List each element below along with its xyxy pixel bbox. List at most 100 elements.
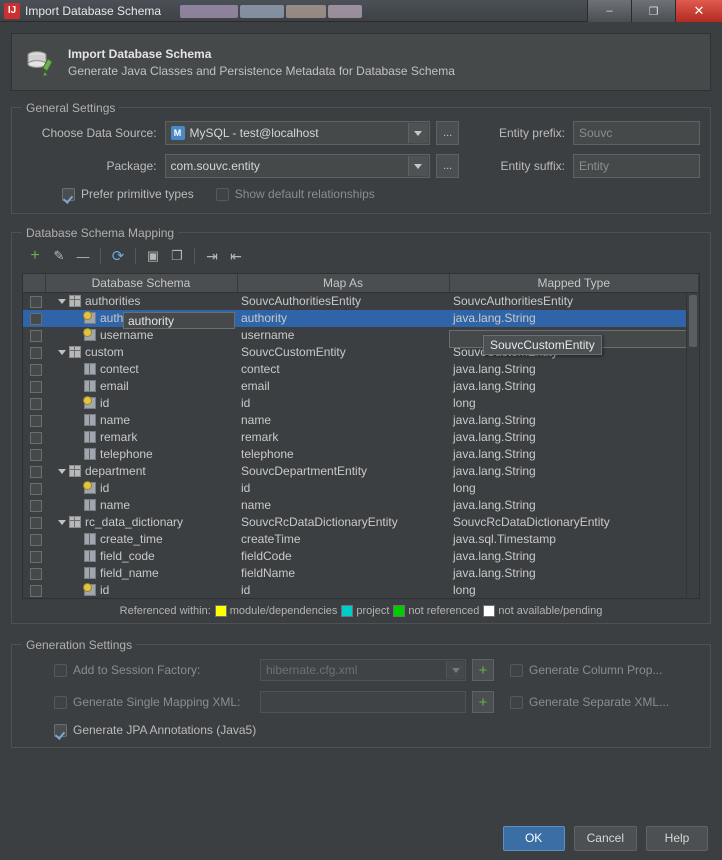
generate-single-mapping-box[interactable] [54,696,67,709]
generate-jpa-annotations-checkbox[interactable]: Generate JPA Annotations (Java5) [54,723,256,737]
generate-separate-xml-box[interactable] [510,696,523,709]
row-name-cell[interactable]: create_time [45,531,237,548]
data-source-dropdown-arrow[interactable] [408,123,428,143]
table-vertical-scrollbar[interactable] [686,293,699,598]
table-row[interactable]: field_namefieldNamejava.lang.String [23,565,699,582]
row-map-as-cell[interactable]: id [237,395,449,412]
row-map-as-cell[interactable]: username [237,327,449,344]
table-scroll-thumb[interactable] [689,295,697,347]
maximize-button[interactable]: ❐ [631,0,675,22]
row-map-as-cell[interactable]: createTime [237,531,449,548]
row-checkbox-box[interactable] [30,466,42,478]
row-checkbox[interactable] [23,548,45,565]
table-row[interactable]: ididlong [23,395,699,412]
row-map-as-cell[interactable]: telephone [237,446,449,463]
row-checkbox[interactable] [23,565,45,582]
schema-mapping-table[interactable]: Database Schema Map As Mapped Type autho… [22,273,700,599]
table-row[interactable]: contectcontectjava.lang.String [23,361,699,378]
table-row[interactable]: field_codefieldCodejava.lang.String [23,548,699,565]
row-checkbox-box[interactable] [30,313,42,325]
row-mapped-type-cell[interactable]: java.lang.String [449,310,699,327]
table-row[interactable]: emailemailjava.lang.String [23,378,699,395]
row-mapped-type-cell[interactable]: java.lang.String [449,463,699,480]
row-name-cell[interactable]: name [45,412,237,429]
show-default-relationships-box[interactable] [216,188,229,201]
row-name-cell[interactable]: authorities [45,292,237,310]
table-row[interactable]: remarkremarkjava.lang.String [23,429,699,446]
row-checkbox-box[interactable] [30,449,42,461]
edit-pencil-icon[interactable]: ✎ [48,245,70,267]
row-map-as-cell[interactable]: name [237,497,449,514]
package-browse-button[interactable]: ... [436,154,459,178]
ok-button[interactable]: OK [503,826,565,851]
name-inline-editor[interactable]: authority [123,312,235,329]
row-checkbox[interactable] [23,531,45,548]
row-mapped-type-cell[interactable]: java.lang.String [449,446,699,463]
row-map-as-cell[interactable]: fieldCode [237,548,449,565]
session-factory-combo[interactable]: hibernate.cfg.xml [260,659,466,681]
row-map-as-cell[interactable]: remark [237,429,449,446]
generate-separate-xml-checkbox[interactable]: Generate Separate XML... [510,695,669,709]
row-mapped-type-cell[interactable]: java.sql.Timestamp [449,531,699,548]
table-row[interactable]: remarkremarkjava.lang.String [23,599,699,600]
row-mapped-type-cell[interactable]: long [449,395,699,412]
row-checkbox[interactable] [23,446,45,463]
refresh-icon[interactable]: ⟳ [107,245,129,267]
mapped-type-dropdown-arrow[interactable] [699,337,700,342]
row-map-as-cell[interactable]: id [237,480,449,497]
row-mapped-type-cell[interactable]: java.lang.String [449,548,699,565]
copy-icon[interactable]: ❐ [166,245,188,267]
row-checkbox-box[interactable] [30,330,42,342]
minimize-button[interactable]: – [587,0,631,22]
row-checkbox[interactable] [23,292,45,310]
row-map-as-cell[interactable]: SouvcCustomEntity [237,344,449,361]
row-mapped-type-cell[interactable]: java.lang.String [449,565,699,582]
row-name-cell[interactable]: telephone [45,446,237,463]
chevron-down-icon[interactable] [58,350,66,355]
row-name-cell[interactable]: email [45,378,237,395]
show-default-relationships-checkbox[interactable]: Show default relationships [216,187,375,201]
row-checkbox[interactable] [23,310,45,327]
row-name-cell[interactable]: custom [45,344,237,361]
data-source-combo[interactable]: M MySQL - test@localhost [165,121,430,145]
header-database-schema[interactable]: Database Schema [45,274,237,292]
header-checkbox[interactable] [23,274,45,292]
table-row[interactable]: rc_data_dictionarySouvcRcDataDictionaryE… [23,514,699,531]
generate-column-properties-box[interactable] [510,664,523,677]
row-map-as-cell[interactable]: SouvcRcDataDictionaryEntity [237,514,449,531]
row-name-cell[interactable]: contect [45,361,237,378]
row-checkbox[interactable] [23,497,45,514]
generate-jpa-annotations-box[interactable] [54,724,67,737]
row-checkbox-box[interactable] [30,568,42,580]
table-row[interactable]: authoritiesSouvcAuthoritiesEntitySouvcAu… [23,292,699,310]
row-checkbox-box[interactable] [30,381,42,393]
row-name-cell[interactable]: field_name [45,565,237,582]
table-row[interactable]: ididlong [23,582,699,599]
row-mapped-type-cell[interactable]: java.lang.String [449,429,699,446]
row-checkbox[interactable] [23,344,45,361]
row-map-as-cell[interactable]: SouvcDepartmentEntity [237,463,449,480]
row-mapped-type-cell[interactable]: java.lang.String [449,412,699,429]
row-map-as-cell[interactable]: contect [237,361,449,378]
cancel-button[interactable]: Cancel [574,826,637,851]
row-mapped-type-cell[interactable]: java.lang.String [449,361,699,378]
row-checkbox-box[interactable] [30,534,42,546]
row-name-cell[interactable]: name [45,497,237,514]
collapse-all-icon[interactable]: ⇤ [225,245,247,267]
row-checkbox-box[interactable] [30,398,42,410]
row-map-as-cell[interactable]: authority [237,310,449,327]
row-checkbox[interactable] [23,412,45,429]
row-mapped-type-cell[interactable]: java.lang.String [449,378,699,395]
row-mapped-type-cell[interactable]: long [449,480,699,497]
row-mapped-type-cell[interactable]: java.lang.String [449,497,699,514]
package-dropdown-arrow[interactable] [408,156,428,176]
row-name-cell[interactable]: id [45,480,237,497]
row-mapped-type-cell[interactable]: SouvcAuthoritiesEntity [449,292,699,310]
row-name-cell[interactable]: username [45,327,237,344]
close-button[interactable]: ✕ [675,0,722,22]
row-checkbox[interactable] [23,395,45,412]
row-name-cell[interactable]: id [45,582,237,599]
row-mapped-type-cell[interactable]: long [449,582,699,599]
expand-all-icon[interactable]: ⇥ [201,245,223,267]
generate-single-mapping-plus-button[interactable]: + [472,691,494,713]
